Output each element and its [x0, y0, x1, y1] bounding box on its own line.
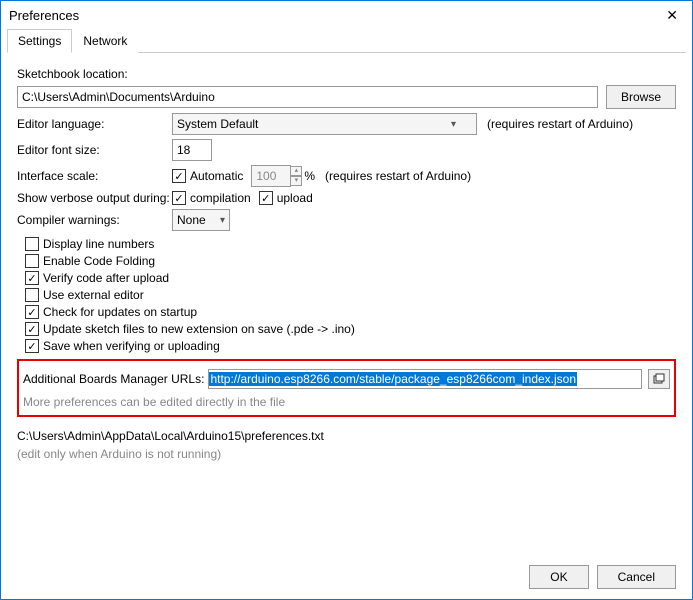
close-icon[interactable]: ✕	[660, 7, 684, 24]
fontsize-label: Editor font size:	[17, 143, 172, 157]
boards-url-highlight: Additional Boards Manager URLs: http://a…	[17, 359, 676, 417]
checkbox-icon	[25, 305, 39, 319]
boards-url-input[interactable]: http://arduino.esp8266.com/stable/packag…	[208, 369, 642, 389]
tabs: Settings Network	[7, 28, 686, 53]
checkbox-icon	[172, 191, 186, 205]
boards-url-expand-button[interactable]	[648, 369, 670, 389]
scale-automatic-checkbox[interactable]: Automatic	[172, 169, 243, 183]
checkbox-icon	[25, 237, 39, 251]
language-select[interactable]: System Default ▾	[172, 113, 477, 135]
save-verify-upload-checkbox[interactable]: Save when verifying or uploading	[25, 339, 676, 353]
verify-after-upload-checkbox[interactable]: Verify code after upload	[25, 271, 676, 285]
percent-label: %	[304, 169, 315, 183]
use-external-editor-checkbox[interactable]: Use external editor	[25, 288, 676, 302]
update-sketch-ext-checkbox[interactable]: Update sketch files to new extension on …	[25, 322, 676, 336]
preferences-window: Preferences ✕ Settings Network Sketchboo…	[0, 0, 693, 600]
verbose-compilation-checkbox[interactable]: compilation	[172, 191, 251, 205]
warnings-select[interactable]: None ▾	[172, 209, 230, 231]
window-title: Preferences	[9, 8, 79, 23]
check-updates-checkbox[interactable]: Check for updates on startup	[25, 305, 676, 319]
browse-button[interactable]: Browse	[606, 85, 676, 109]
tab-network[interactable]: Network	[72, 29, 138, 53]
fontsize-input[interactable]	[172, 139, 212, 161]
sketchbook-path-input[interactable]	[17, 86, 598, 108]
sketchbook-label: Sketchbook location:	[17, 67, 128, 81]
scale-percent-input[interactable]	[251, 165, 291, 187]
boards-url-label: Additional Boards Manager URLs:	[23, 372, 204, 386]
verbose-compilation-label: compilation	[190, 191, 251, 205]
scale-stepper[interactable]: ▴▾	[290, 166, 302, 186]
more-prefs-note: More preferences can be edited directly …	[23, 395, 670, 409]
chevron-down-icon: ▾	[451, 119, 456, 130]
verbose-upload-label: upload	[277, 191, 313, 205]
enable-code-folding-checkbox[interactable]: Enable Code Folding	[25, 254, 676, 268]
language-value: System Default	[177, 117, 258, 131]
warnings-value: None	[177, 213, 206, 227]
settings-panel: Sketchbook location: Browse Editor langu…	[1, 53, 692, 461]
chevron-down-icon[interactable]: ▾	[290, 176, 302, 186]
checkbox-icon	[25, 322, 39, 336]
checkbox-icon	[25, 271, 39, 285]
checkbox-icon	[25, 339, 39, 353]
checkbox-icon	[172, 169, 186, 183]
display-line-numbers-checkbox[interactable]: Display line numbers	[25, 237, 676, 251]
titlebar: Preferences ✕	[1, 1, 692, 26]
boards-url-value: http://arduino.esp8266.com/stable/packag…	[209, 372, 577, 386]
verbose-upload-checkbox[interactable]: upload	[259, 191, 313, 205]
warnings-label: Compiler warnings:	[17, 213, 172, 227]
chevron-down-icon: ▾	[220, 215, 225, 226]
cancel-button[interactable]: Cancel	[597, 565, 676, 589]
language-label: Editor language:	[17, 117, 172, 131]
window-icon	[653, 373, 665, 385]
language-note: (requires restart of Arduino)	[487, 117, 633, 131]
tab-settings[interactable]: Settings	[7, 29, 72, 53]
scale-note: (requires restart of Arduino)	[325, 169, 471, 183]
checkbox-icon	[259, 191, 273, 205]
ok-button[interactable]: OK	[529, 565, 588, 589]
verbose-label: Show verbose output during:	[17, 191, 172, 205]
checkbox-icon	[25, 254, 39, 268]
dialog-footer: OK Cancel	[529, 565, 676, 589]
scale-auto-label: Automatic	[190, 169, 243, 183]
chevron-up-icon[interactable]: ▴	[290, 166, 302, 176]
checkbox-icon	[25, 288, 39, 302]
prefs-file-path: C:\Users\Admin\AppData\Local\Arduino15\p…	[17, 429, 676, 443]
scale-label: Interface scale:	[17, 169, 172, 183]
options-list: Display line numbers Enable Code Folding…	[25, 237, 676, 353]
edit-only-note: (edit only when Arduino is not running)	[17, 447, 676, 461]
